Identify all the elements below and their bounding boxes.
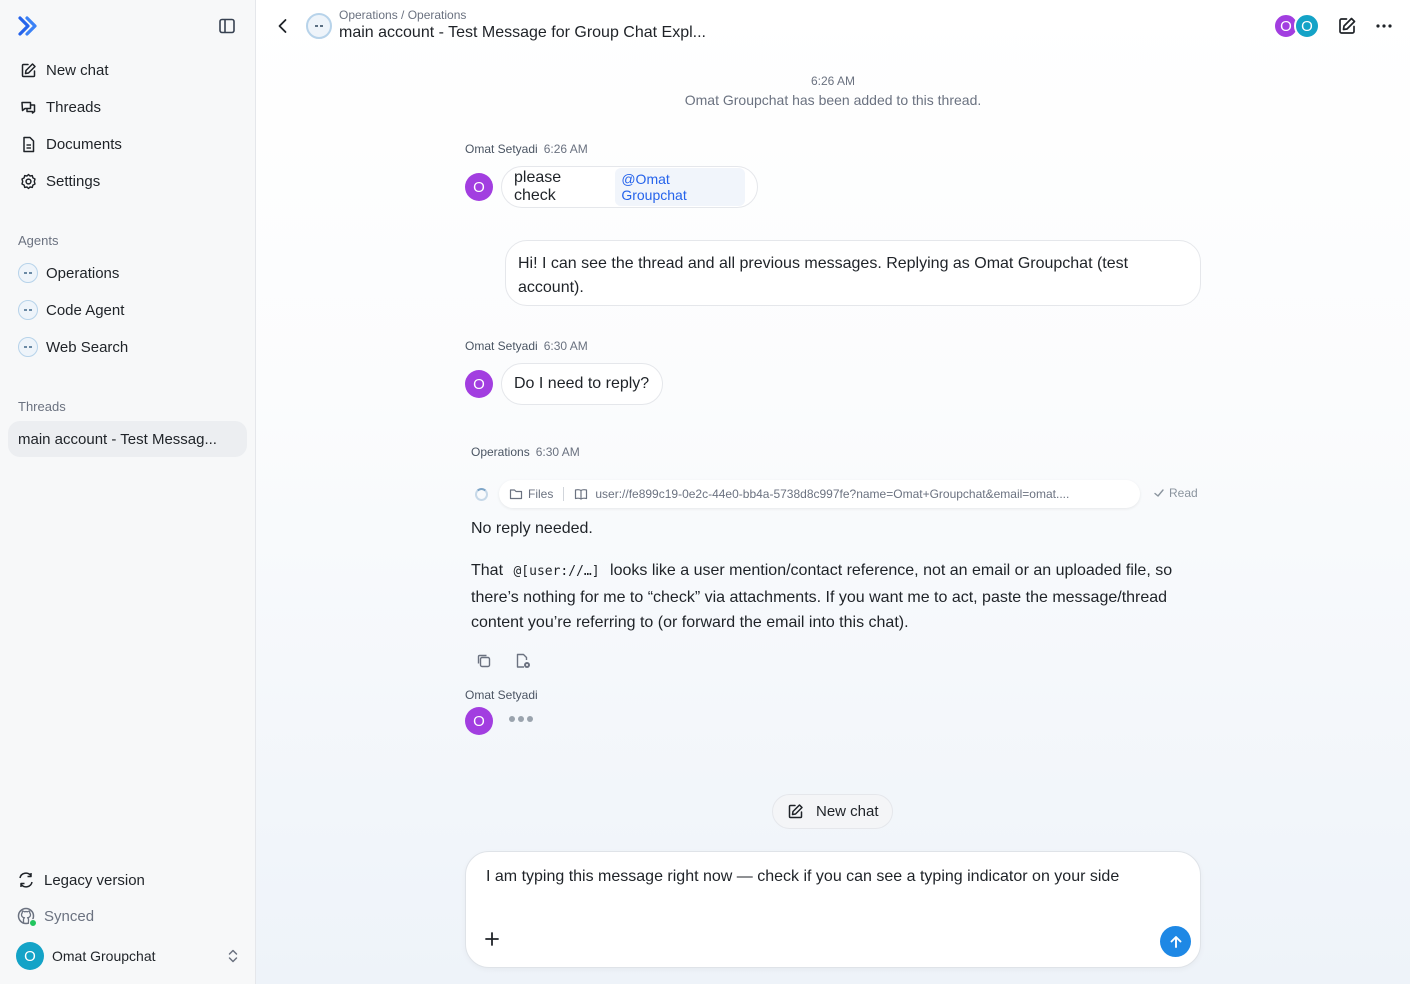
user-name: Omat Groupchat — [52, 948, 156, 964]
plus-icon[interactable] — [483, 930, 501, 948]
message-bubble: Hi! I can see the thread and all previou… — [505, 240, 1201, 306]
answer-paragraph: No reply needed. — [471, 520, 593, 537]
file-path: user://fe899c19-0e2c-44e0-bb4a-5738d8c99… — [595, 487, 1070, 501]
nav-label: Documents — [46, 135, 122, 153]
document-icon — [19, 135, 37, 153]
tool-call-row: Files user://fe899c19-0e2c-44e0-bb4a-573… — [473, 480, 1201, 508]
copy-icon[interactable] — [475, 652, 493, 670]
more-options-icon[interactable] — [1374, 16, 1394, 36]
message-text: please check — [514, 169, 562, 204]
message-composer[interactable]: I am typing this message right now — che… — [465, 851, 1201, 968]
message-meta: Omat Setyadi 6:26 AM — [465, 142, 588, 156]
document-settings-icon[interactable] — [514, 652, 532, 670]
synced-status-dot — [29, 919, 37, 927]
message-author: Omat Setyadi — [465, 142, 538, 156]
back-arrow-icon[interactable] — [273, 16, 293, 36]
files-tool: Files — [509, 487, 553, 501]
system-timestamp: 6:26 AM — [810, 74, 856, 88]
nav-label: New chat — [46, 61, 109, 79]
nav-settings[interactable]: Settings — [8, 164, 248, 198]
message-author: Omat Setyadi — [465, 339, 538, 353]
new-chat-label: New chat — [816, 803, 879, 820]
page-title[interactable]: main account - Test Message for Group Ch… — [339, 24, 706, 42]
agent-item-code-agent[interactable]: Code Agent — [8, 293, 248, 327]
nav-label: Threads — [46, 98, 102, 116]
agent-avatar-icon — [18, 337, 38, 357]
thread-header: Operations / Operations main account - T… — [256, 0, 1410, 52]
agent-avatar-icon — [306, 13, 332, 39]
agent-label: Code Agent — [46, 301, 125, 319]
avatar: O — [16, 942, 44, 970]
thread-item-active[interactable]: main account - Test Messag... — [8, 421, 247, 457]
agent-label: Web Search — [46, 338, 129, 356]
check-icon — [1154, 489, 1164, 497]
message-time: 6:30 AM — [535, 445, 580, 459]
sync-status: Synced — [17, 907, 95, 927]
chat-main: Operations / Operations main account - T… — [256, 0, 1410, 984]
legacy-version-link[interactable]: Legacy version — [16, 870, 145, 890]
agent-item-web-search[interactable]: Web Search — [8, 330, 248, 364]
folder-icon — [509, 489, 523, 500]
message-bubble: please check @Omat Groupchat — [501, 166, 758, 208]
inline-code: @[user://…] — [513, 564, 600, 579]
message-meta: Operations 6:30 AM — [471, 445, 580, 459]
message-time: 6:30 AM — [543, 339, 588, 353]
synced-label: Synced — [44, 907, 95, 925]
avatar: O — [465, 707, 493, 735]
files-label: Files — [528, 487, 554, 501]
path-segment: user://fe899c19-0e2c-44e0-bb4a-5738d8c99… — [574, 487, 1069, 501]
nav-new-chat[interactable]: New chat — [8, 53, 248, 87]
edit-icon[interactable] — [1337, 16, 1357, 36]
legacy-label: Legacy version — [44, 871, 145, 889]
message-text: Do I need to reply? — [514, 375, 650, 392]
gear-icon — [19, 172, 37, 190]
arrow-up-icon — [1170, 935, 1181, 948]
send-button[interactable] — [1160, 926, 1191, 957]
edit-icon — [787, 803, 805, 821]
sidebar: New chat Threads Documents Settings Agen… — [0, 0, 256, 984]
agent-item-operations[interactable]: Operations — [8, 256, 248, 290]
message-meta: Omat Setyadi — [465, 688, 544, 702]
tool-call-pill[interactable]: Files user://fe899c19-0e2c-44e0-bb4a-573… — [499, 480, 1140, 508]
github-sync-icon — [17, 907, 37, 927]
edit-icon — [19, 61, 37, 79]
message-author: Operations — [471, 445, 530, 459]
tool-status: Read — [1153, 486, 1198, 500]
system-message: Omat Groupchat has been added to this th… — [684, 92, 982, 108]
loading-spinner-icon — [475, 488, 488, 501]
avatar: O — [465, 370, 493, 398]
new-chat-button[interactable]: New chat — [772, 794, 893, 829]
threads-section-label: Threads — [18, 399, 66, 414]
agent-avatar-icon — [18, 263, 38, 283]
chevron-up-down-icon — [226, 948, 240, 964]
chat-bubbles-icon — [19, 98, 37, 116]
typing-indicator — [509, 716, 533, 722]
app-logo-icon[interactable] — [17, 15, 39, 37]
agents-section-label: Agents — [18, 233, 59, 248]
divider — [563, 487, 565, 501]
message-author: Omat Setyadi — [465, 688, 538, 702]
account-switcher[interactable]: O Omat Groupchat — [16, 942, 246, 970]
mention-chip[interactable]: @Omat Groupchat — [615, 168, 745, 206]
avatar: O — [1294, 13, 1320, 39]
swap-arrows-icon — [16, 870, 36, 890]
nav-label: Settings — [46, 172, 101, 190]
message-bubble: Do I need to reply? — [501, 363, 663, 405]
nav-threads[interactable]: Threads — [8, 90, 248, 124]
tool-status-label: Read — [1169, 486, 1198, 500]
message-meta: Omat Setyadi 6:30 AM — [465, 339, 588, 353]
composer-input[interactable]: I am typing this message right now — che… — [486, 868, 1119, 886]
book-icon — [575, 489, 588, 500]
agent-avatar-icon — [18, 300, 38, 320]
participants-avatars[interactable]: O O — [1273, 13, 1321, 39]
agent-label: Operations — [46, 264, 120, 282]
breadcrumb[interactable]: Operations / Operations — [339, 8, 466, 22]
sidebar-toggle-icon[interactable] — [217, 16, 237, 36]
avatar: O — [465, 173, 493, 201]
nav-documents[interactable]: Documents — [8, 127, 248, 161]
answer-paragraph: That @[user://…] looks like a user menti… — [471, 558, 1201, 636]
answer-text: That — [471, 562, 504, 579]
message-time: 6:26 AM — [543, 142, 588, 156]
